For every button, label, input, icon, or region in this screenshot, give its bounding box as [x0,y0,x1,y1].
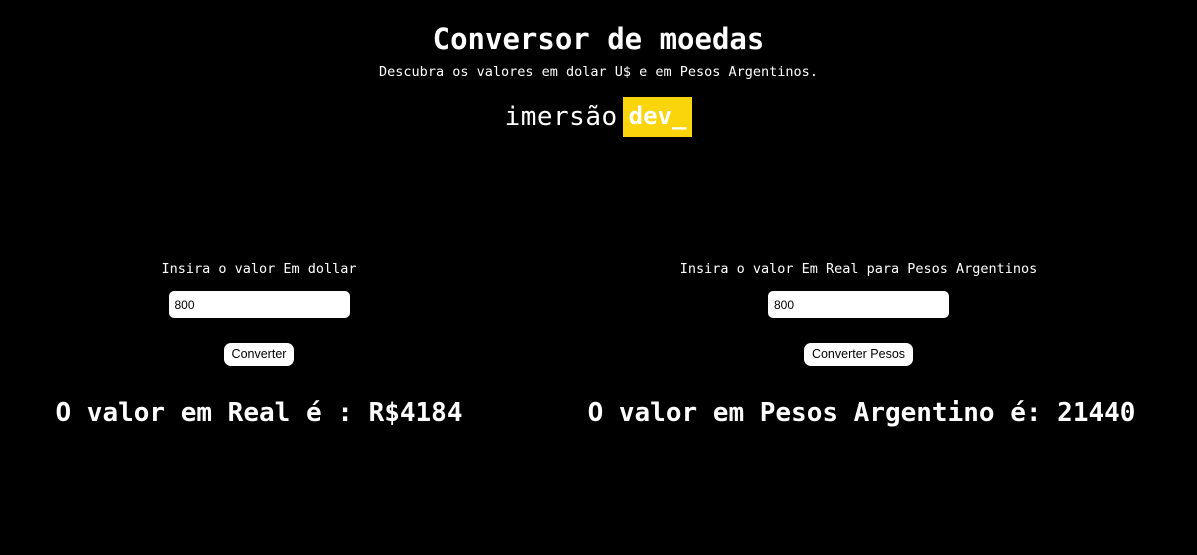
dollar-converter-section: Insira o valor Em dollar Converter [0,258,518,366]
imersao-dev-logo: imersão dev_ [0,97,1197,137]
dollar-input-label: Insira o valor Em dollar [161,261,357,277]
real-to-peso-value-input[interactable] [768,291,949,318]
page-title: Conversor de moedas [432,22,765,56]
convert-button[interactable]: Converter [223,343,295,366]
page-subtitle: Descubra os valores em dolar U$ e em Pes… [379,64,818,80]
dollar-value-input[interactable] [168,291,350,318]
logo-text-imersao: imersão [504,102,618,132]
peso-input-label: Insira o valor Em Real para Pesos Argent… [679,261,1038,277]
real-result-text: O valor em Real é : R$4184 [55,398,463,428]
logo-badge-dev: dev_ [622,97,693,137]
peso-converter-section: Insira o valor Em Real para Pesos Argent… [520,258,1197,366]
peso-result-text: O valor em Pesos Argentino é: 21440 [587,398,1136,428]
convert-pesos-button[interactable]: Converter Pesos [803,343,914,366]
